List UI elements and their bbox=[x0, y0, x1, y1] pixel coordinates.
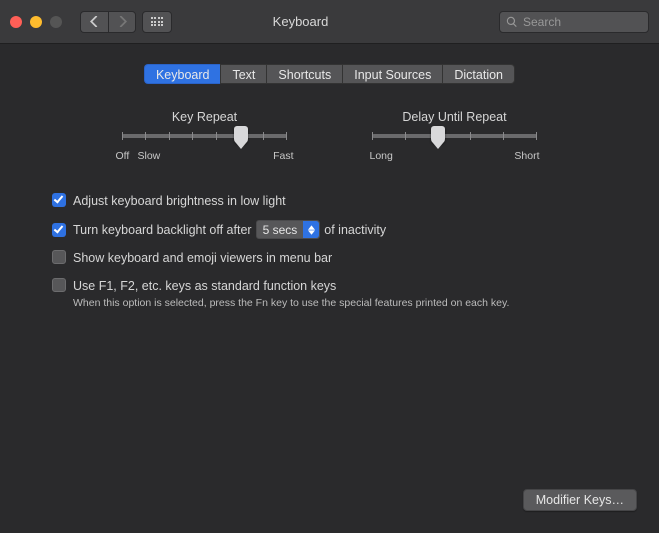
fnkeys-label: Use F1, F2, etc. keys as standard functi… bbox=[73, 277, 336, 295]
tab-text[interactable]: Text bbox=[220, 64, 266, 84]
key-repeat-slider[interactable] bbox=[122, 134, 287, 138]
option-brightness: Adjust keyboard brightness in low light bbox=[52, 192, 607, 210]
emoji-checkbox[interactable] bbox=[52, 250, 66, 264]
fnkeys-subtext: When this option is selected, press the … bbox=[73, 297, 607, 309]
delay-long-label: Long bbox=[370, 150, 393, 162]
emoji-label: Show keyboard and emoji viewers in menu … bbox=[73, 249, 332, 267]
backlight-timeout-value: 5 secs bbox=[257, 221, 304, 239]
option-emoji-viewer: Show keyboard and emoji viewers in menu … bbox=[52, 249, 607, 267]
content-area: Keyboard Text Shortcuts Input Sources Di… bbox=[0, 44, 659, 309]
key-repeat-title: Key Repeat bbox=[120, 110, 290, 124]
key-repeat-off-label: Off bbox=[116, 150, 130, 162]
options-list: Adjust keyboard brightness in low light … bbox=[52, 192, 607, 309]
delay-block: Delay Until Repeat Long Short bbox=[370, 110, 540, 162]
modifier-keys-button[interactable]: Modifier Keys… bbox=[523, 489, 637, 511]
window-controls bbox=[10, 16, 62, 28]
key-repeat-block: Key Repeat Off Slow Fast bbox=[120, 110, 290, 162]
backlight-checkbox[interactable] bbox=[52, 223, 66, 237]
backlight-label-after: of inactivity bbox=[324, 221, 386, 239]
tab-shortcuts[interactable]: Shortcuts bbox=[266, 64, 342, 84]
search-icon bbox=[506, 16, 518, 28]
search-input[interactable]: Search bbox=[499, 11, 649, 33]
tab-input-sources[interactable]: Input Sources bbox=[342, 64, 442, 84]
delay-slider[interactable] bbox=[372, 134, 537, 138]
maximize-icon bbox=[50, 16, 62, 28]
tab-bar: Keyboard Text Shortcuts Input Sources Di… bbox=[0, 64, 659, 84]
key-repeat-fast-label: Fast bbox=[273, 150, 293, 162]
backlight-timeout-select[interactable]: 5 secs bbox=[256, 220, 321, 239]
delay-short-label: Short bbox=[514, 150, 539, 162]
delay-thumb[interactable] bbox=[431, 126, 445, 144]
close-icon[interactable] bbox=[10, 16, 22, 28]
titlebar: Keyboard Search bbox=[0, 0, 659, 44]
option-fn-keys: Use F1, F2, etc. keys as standard functi… bbox=[52, 277, 607, 295]
fnkeys-checkbox[interactable] bbox=[52, 278, 66, 292]
delay-title: Delay Until Repeat bbox=[370, 110, 540, 124]
window-title: Keyboard bbox=[102, 14, 499, 29]
sliders-row: Key Repeat Off Slow Fast Delay Until Rep… bbox=[0, 110, 659, 162]
backlight-label-before: Turn keyboard backlight off after bbox=[73, 221, 252, 239]
key-repeat-slow-label: Slow bbox=[138, 150, 161, 162]
tab-keyboard[interactable]: Keyboard bbox=[144, 64, 221, 84]
key-repeat-thumb[interactable] bbox=[234, 126, 248, 144]
brightness-checkbox[interactable] bbox=[52, 193, 66, 207]
minimize-icon[interactable] bbox=[30, 16, 42, 28]
search-placeholder: Search bbox=[523, 15, 561, 29]
stepper-icon bbox=[303, 221, 319, 238]
tab-dictation[interactable]: Dictation bbox=[442, 64, 515, 84]
option-backlight-off: Turn keyboard backlight off after 5 secs… bbox=[52, 220, 607, 239]
delay-labels: Long Short bbox=[370, 150, 540, 162]
brightness-label: Adjust keyboard brightness in low light bbox=[73, 192, 286, 210]
